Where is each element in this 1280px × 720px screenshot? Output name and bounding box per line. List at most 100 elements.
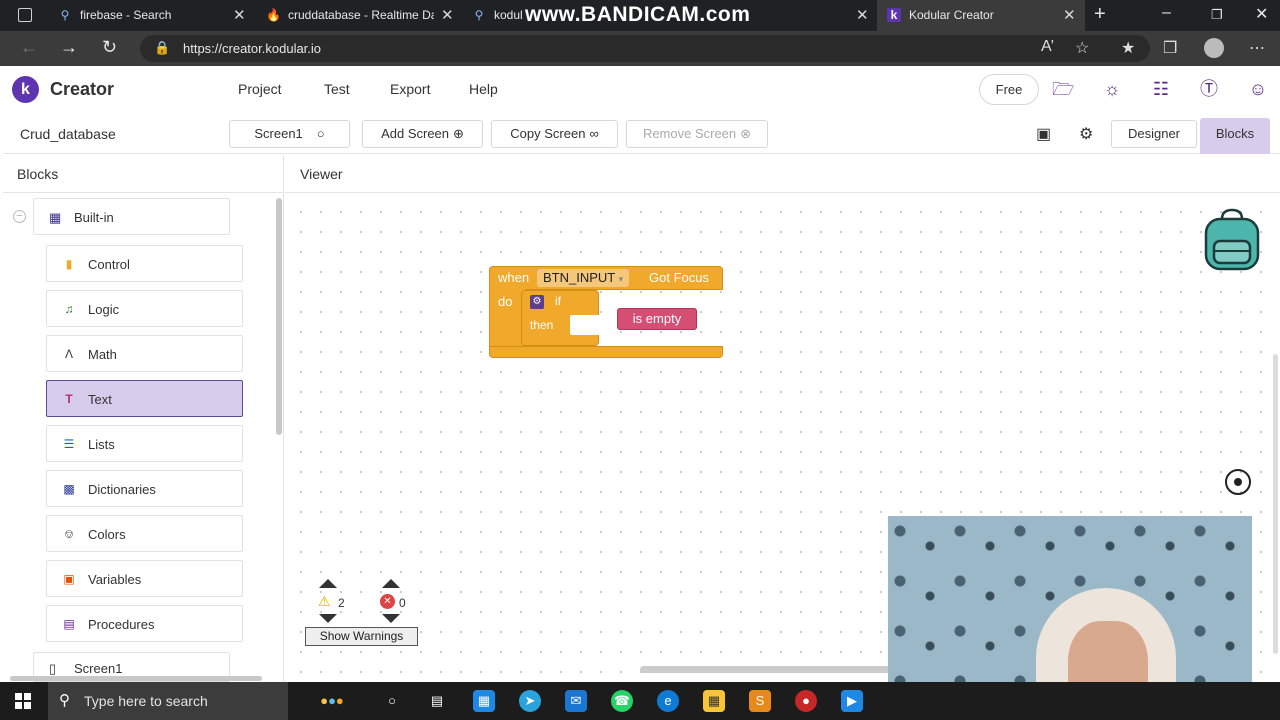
close-icon[interactable]: ✕ [233,6,246,24]
center-target-icon[interactable] [1225,469,1251,495]
blocks-panel-header: Blocks [3,155,284,193]
cortana-icon[interactable]: ○ [381,690,403,712]
category-dictionaries[interactable]: ▩ Dictionaries [46,470,243,507]
gallery-icon[interactable]: ▣ [1036,124,1051,144]
event-name: Got Focus [649,270,709,285]
mail-icon[interactable]: ✉ [565,690,587,712]
tree-builtin[interactable]: ▦ Built-in [33,198,230,235]
lock-icon: 🔒 [154,40,171,55]
triangle-up-icon [382,579,400,588]
task-view-icon[interactable]: ▤ [426,690,448,712]
collapse-icon[interactable]: – [13,210,26,223]
category-lists[interactable]: ☰ Lists [46,425,243,462]
category-label: Math [88,347,117,362]
category-label: Colors [88,527,126,542]
store-icon[interactable]: ▦ [473,690,495,712]
dollar-icon[interactable]: Ⓣ [1198,78,1220,100]
then-socket [570,315,602,335]
close-window-icon[interactable]: ✕ [1255,4,1268,24]
new-folder-icon[interactable]: 🗁 [1052,78,1074,100]
category-variables[interactable]: ▣ Variables [46,560,243,597]
errors-prev-icon[interactable] [382,579,402,590]
sublime-icon[interactable]: S [749,690,771,712]
back-icon[interactable]: ← [20,37,38,58]
more-icon[interactable]: ⋯ [1249,38,1265,58]
palette-icon[interactable]: ☼ [1101,78,1123,100]
bandicam-record-icon[interactable]: ● [795,690,817,712]
account-icon[interactable]: ☺ [1247,78,1269,100]
category-text[interactable]: T Text [46,380,243,417]
show-warnings-button[interactable]: Show Warnings [305,627,418,646]
screen-select[interactable]: Screen1 ○ [229,120,350,148]
panel-horizontal-scrollbar[interactable] [10,676,262,681]
tab-actions-icon[interactable] [18,8,32,22]
category-colors[interactable]: ⎊ Colors [46,515,243,552]
taskbar-search-box[interactable]: ⚲ Type here to search [48,682,288,720]
library-icon[interactable]: ☷ [1150,78,1172,100]
restore-icon[interactable]: ❐ [1211,7,1223,23]
menu-export[interactable]: Export [390,81,430,97]
url-field[interactable]: 🔒 https://creator.kodular.io [140,35,1150,62]
close-icon[interactable]: ✕ [856,6,869,24]
warnings-next-icon[interactable] [319,614,339,625]
menu-test[interactable]: Test [324,81,350,97]
profile-icon[interactable] [1204,38,1224,58]
component-dropdown[interactable]: BTN_INPUT ▾ [537,269,630,287]
collections-icon[interactable]: ❒ [1163,38,1177,58]
copy-screen-button[interactable]: Copy Screen ∞ [491,120,618,148]
file-explorer-icon[interactable]: ▦ [703,690,725,712]
tab-cruddatabase[interactable]: 🔥 cruddatabase - Realtime Data ✕ [256,0,462,31]
free-plan-button[interactable]: Free [979,74,1039,105]
favorites-icon[interactable]: ★ [1121,38,1135,58]
dropdown-arrow-icon: ▾ [618,274,624,284]
kodular-logo: k [12,76,39,103]
if-block[interactable]: ⚙ if then [521,290,602,346]
tab-kodular-creator[interactable]: k Kodular Creator ✕ [877,0,1085,31]
designer-button[interactable]: Designer [1111,120,1197,148]
close-icon[interactable]: ✕ [441,6,454,24]
kodular-icon: k [887,8,901,22]
category-control[interactable]: ▮ Control [46,245,243,282]
category-procedures[interactable]: ▤ Procedures [46,605,243,642]
event-block[interactable]: when BTN_INPUT ▾ Got Focus do ⚙ if then … [489,266,723,358]
telegram-icon[interactable]: ➤ [519,690,541,712]
screen-icon: ▯ [49,661,57,676]
blocks-button[interactable]: Blocks [1200,118,1270,154]
mutator-gear-icon[interactable]: ⚙ [530,295,544,309]
add-screen-button[interactable]: Add Screen ⊕ [362,120,483,148]
category-math[interactable]: Λ Math [46,335,243,372]
colors-icon: ⎊ [64,527,74,541]
viewer-header: Viewer [285,155,1280,193]
app-icon[interactable]: ▶ [841,690,863,712]
new-tab-icon[interactable]: + [1094,3,1106,26]
forward-icon[interactable]: → [60,37,78,58]
read-aloud-icon[interactable]: A’ [1041,38,1054,56]
windows-start-icon[interactable] [15,693,32,710]
refresh-icon[interactable]: ↻ [102,37,117,58]
category-logic[interactable]: ♫ Logic [46,290,243,327]
edge-icon[interactable]: e [657,690,679,712]
tab-firebase-search[interactable]: ⚲ firebase - Search ✕ [48,0,256,31]
add-favorite-icon[interactable]: ☆ [1075,38,1089,58]
remove-circle-icon: ⊗ [740,126,752,141]
menu-help[interactable]: Help [469,81,498,97]
minimize-icon[interactable]: – [1162,4,1171,22]
menu-project[interactable]: Project [238,81,282,97]
then-label: then [530,318,554,332]
screen-select-label: Screen1 [254,126,303,141]
windows-taskbar: ⚲ Type here to search ●●● ○ ▤ ▦ ➤ ✉ ☎ e … [0,682,1280,720]
warnings-prev-icon[interactable] [319,579,339,590]
is-empty-block[interactable]: is empty [617,308,697,330]
panel-vertical-scrollbar[interactable] [276,198,282,435]
search-icon: ⚲ [59,692,70,709]
whatsapp-icon[interactable]: ☎ [611,690,633,712]
backpack-icon[interactable] [1200,207,1264,271]
errors-next-icon[interactable] [382,614,402,625]
tab-title: cruddatabase - Realtime Data [288,8,434,22]
close-icon[interactable]: ✕ [1063,6,1076,24]
settings-gear-icon[interactable]: ⚙ [1079,124,1093,144]
workspace-vertical-scrollbar[interactable] [1273,354,1278,654]
search-icon: ⚲ [60,8,70,22]
remove-screen-button[interactable]: Remove Screen ⊗ [626,120,768,148]
widgets-icon[interactable]: ●●● [297,690,367,712]
